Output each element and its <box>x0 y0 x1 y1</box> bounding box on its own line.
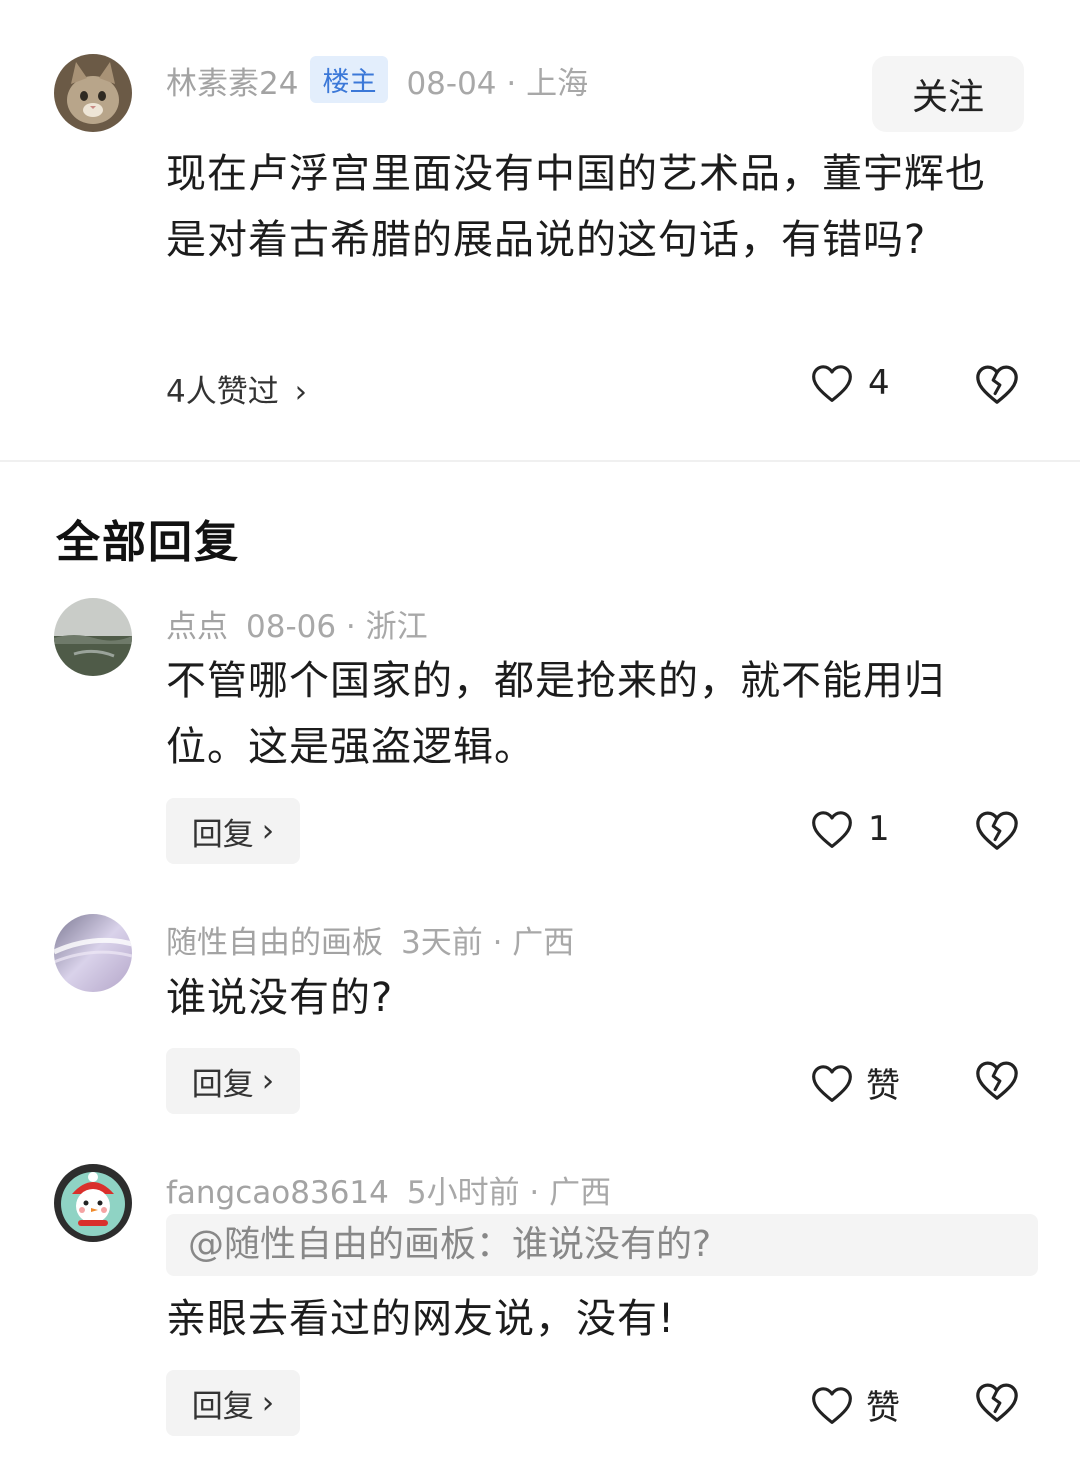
reply-button[interactable]: 回复 › <box>166 1048 300 1114</box>
chevron-right-icon: › <box>261 1385 275 1421</box>
reply-dislike-button[interactable] <box>974 1058 1020 1106</box>
chevron-right-icon: › <box>261 1063 275 1099</box>
reply-button[interactable]: 回复 › <box>166 798 300 864</box>
reply-like-button[interactable]: 赞 <box>810 1058 900 1107</box>
like-label: 赞 <box>866 1388 900 1428</box>
broken-heart-icon <box>974 811 1020 856</box>
chevron-right-icon: › <box>294 374 307 410</box>
reply-like-button[interactable]: 赞 <box>810 1380 900 1429</box>
reply-author[interactable]: 点点 <box>166 609 228 645</box>
reply-meta: fangcao83614 5小时前 · 广西 <box>166 1167 611 1212</box>
reply-dislike-button[interactable] <box>974 1380 1020 1428</box>
section-title: 全部回复 <box>56 517 240 568</box>
reply-date-location: 3天前 · 广西 <box>401 925 575 961</box>
reply-content: 谁说没有的? <box>166 975 394 1021</box>
reply-avatar[interactable] <box>54 1164 132 1242</box>
broken-heart-icon <box>974 1061 1020 1106</box>
post-content: 现在卢浮宫里面没有中国的艺术品，董宇辉也是对着古希腊的展品说的这句话，有错吗? <box>166 151 986 263</box>
reply-meta: 点点 08-06 · 浙江 <box>166 601 428 646</box>
reply-avatar[interactable] <box>54 914 132 992</box>
author-avatar[interactable] <box>54 54 132 132</box>
quoted-reply[interactable]: @随性自由的画板：谁说没有的? <box>166 1214 1038 1276</box>
heart-icon <box>810 362 854 404</box>
reply-author[interactable]: 随性自由的画板 <box>166 925 383 961</box>
broken-heart-icon <box>974 1383 1020 1428</box>
author-name[interactable]: 林素素24 <box>166 66 298 102</box>
reply-dislike-button[interactable] <box>974 808 1020 856</box>
reply-label: 回复 <box>191 1066 254 1103</box>
broken-heart-icon <box>974 365 1020 410</box>
like-label: 赞 <box>866 1066 900 1106</box>
post-date-location: 08-04 · 上海 <box>406 66 589 102</box>
post-like-button[interactable]: 4 <box>810 362 890 404</box>
post-meta: 林素素24 楼主 08-04 · 上海 <box>166 56 588 103</box>
likers-text: 4人赞过 <box>166 374 279 410</box>
heart-icon <box>810 808 854 850</box>
chevron-right-icon: › <box>261 813 275 849</box>
reply-like-button[interactable]: 1 <box>810 808 890 850</box>
reply-author[interactable]: fangcao83614 <box>166 1175 389 1211</box>
like-label: 1 <box>868 809 890 849</box>
section-divider <box>0 460 1080 462</box>
likers-link[interactable]: 4人赞过 › <box>166 366 307 411</box>
reply-button[interactable]: 回复 › <box>166 1370 300 1436</box>
reply-label: 回复 <box>191 1388 254 1425</box>
post-dislike-button[interactable] <box>974 362 1020 410</box>
reply-content: 不管哪个国家的，都是抢来的，就不能用归位。这是强盗逻辑。 <box>166 658 945 770</box>
reply-content: 亲眼去看过的网友说，没有! <box>166 1296 676 1342</box>
reply-date-location: 5小时前 · 广西 <box>406 1175 612 1211</box>
heart-icon <box>810 1062 854 1104</box>
like-count: 4 <box>868 363 890 403</box>
follow-button[interactable]: 关注 <box>872 56 1024 132</box>
heart-icon <box>810 1384 854 1426</box>
reply-meta: 随性自由的画板 3天前 · 广西 <box>166 917 574 962</box>
reply-label: 回复 <box>191 816 254 853</box>
reply-avatar[interactable] <box>54 598 132 676</box>
op-badge: 楼主 <box>310 56 389 103</box>
reply-date-location: 08-06 · 浙江 <box>246 609 428 645</box>
